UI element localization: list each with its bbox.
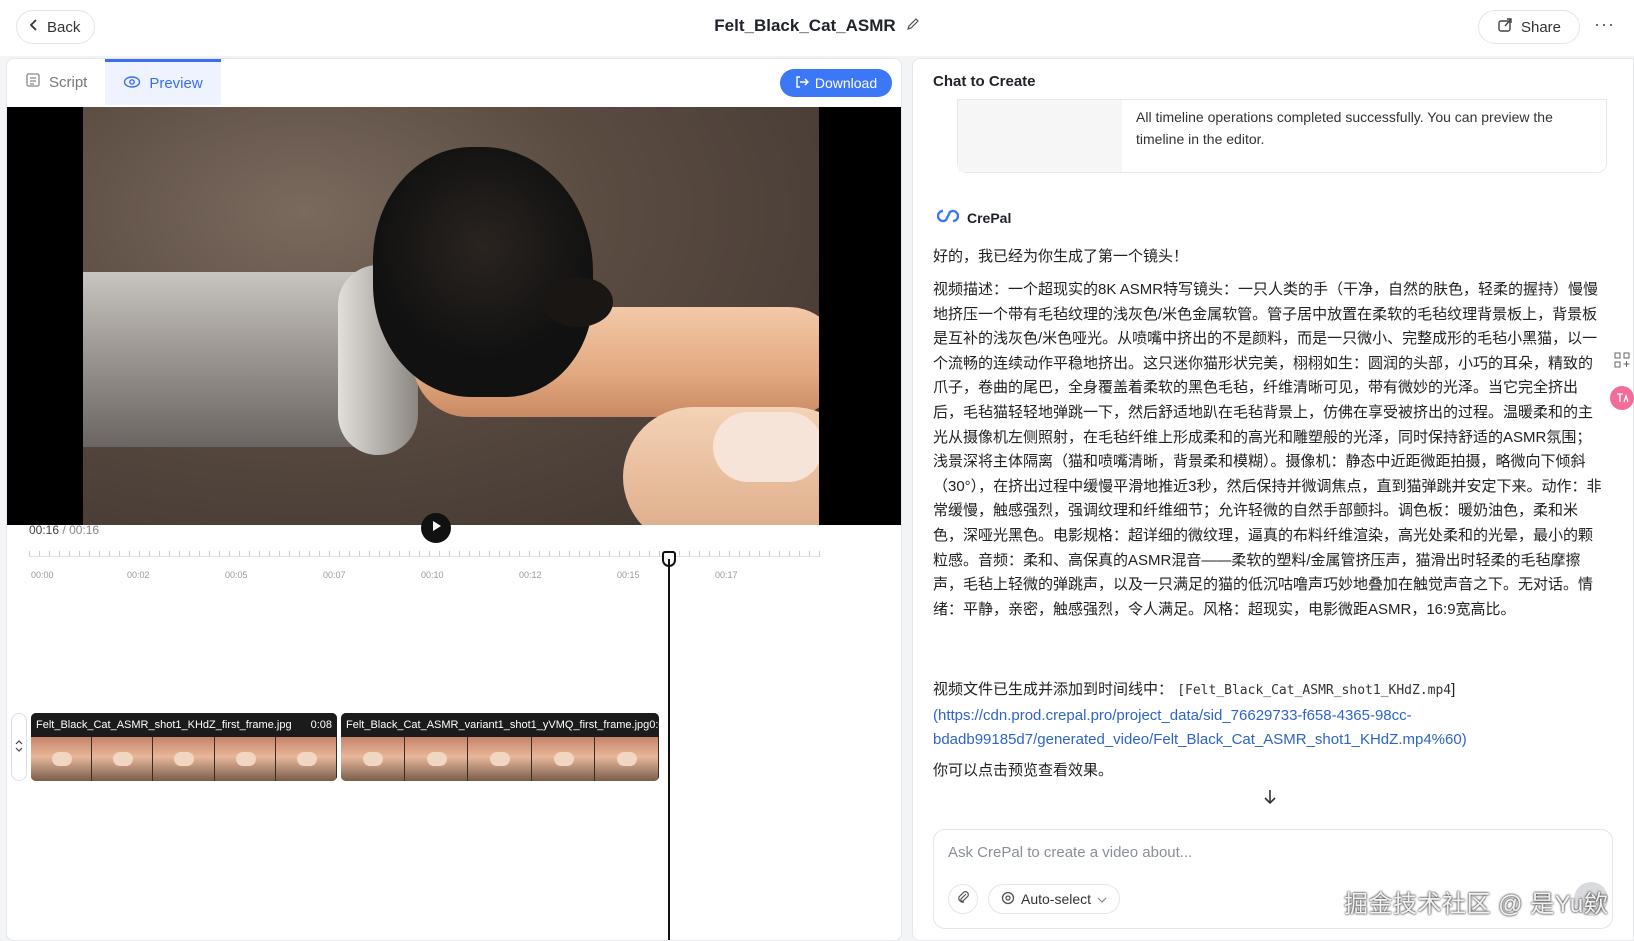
timeline-clip[interactable]: Felt_Black_Cat_ASMR_shot1_KHdZ_first_fra…: [31, 713, 337, 781]
export-icon: [795, 75, 809, 92]
share-button[interactable]: Share: [1478, 10, 1580, 44]
previous-message-card: All timeline operations completed succes…: [957, 99, 1607, 173]
clip-duration: 0:08: [649, 719, 659, 731]
video-description: 视频描述：一个超现实的8K ASMR特写镜头：一只人类的手（干净，自然的肤色，轻…: [933, 281, 1602, 618]
model-select-label: Auto-select: [1021, 891, 1092, 907]
play-icon: [430, 519, 442, 537]
model-select[interactable]: Auto-select: [988, 884, 1121, 914]
file-prefix: 视频文件已生成并添加到时间线中：: [933, 681, 1174, 698]
file-info: 视频文件已生成并添加到时间线中： [Felt_Black_Cat_ASMR_sh…: [933, 678, 1603, 753]
agent-outro: 你可以点击预览查看效果。: [933, 762, 1114, 779]
timeline-clip[interactable]: Felt_Black_Cat_ASMR_variant1_shot1_yVMQ_…: [341, 713, 659, 781]
link-close: ): [1461, 731, 1467, 749]
editor-panel: Script Preview Download 00:16 / 00:16 00…: [6, 58, 902, 941]
clip-thumbnails: [341, 737, 659, 781]
ruler-tick: 00:02: [127, 570, 150, 580]
play-button[interactable]: [421, 513, 451, 543]
video-preview[interactable]: [7, 107, 901, 525]
eye-icon: [123, 75, 141, 93]
ruler-tick: 00:07: [323, 570, 346, 580]
ruler-tick: 00:17: [715, 570, 738, 580]
tab-script[interactable]: Script: [7, 59, 105, 105]
ruler-tick: 00:10: [421, 570, 444, 580]
side-tools: [1610, 348, 1634, 410]
chevron-down-icon: [1097, 891, 1107, 907]
tab-preview[interactable]: Preview: [105, 59, 221, 105]
chat-input[interactable]: [948, 844, 1588, 861]
scroll-down-icon[interactable]: [1263, 789, 1277, 810]
download-button[interactable]: Download: [780, 69, 892, 97]
track-resize-handle[interactable]: [11, 713, 27, 781]
timeline-ruler[interactable]: 00:00 00:02 00:05 00:07 00:10 00:12 00:1…: [29, 551, 821, 581]
download-label: Download: [814, 75, 878, 91]
top-bar: Back Felt_Black_Cat_ASMR Share ···: [0, 0, 1634, 56]
project-title: Felt_Black_Cat_ASMR: [714, 16, 896, 35]
tab-script-label: Script: [49, 73, 88, 91]
previous-message-text: All timeline operations completed succes…: [1136, 109, 1553, 147]
clip-thumbnails: [31, 737, 337, 781]
time-separator: /: [62, 523, 66, 537]
attach-button[interactable]: [948, 884, 978, 914]
translate-icon[interactable]: [1610, 386, 1634, 410]
agent-header: CrePal: [936, 209, 1012, 226]
clip-name: Felt_Black_Cat_ASMR_variant1_shot1_yVMQ_…: [346, 719, 650, 731]
chat-panel: Chat to Create All timeline operations c…: [912, 58, 1634, 941]
chat-title: Chat to Create: [933, 73, 1036, 90]
timeline-track: Felt_Black_Cat_ASMR_shot1_KHdZ_first_fra…: [11, 713, 691, 781]
ruler-tick: 00:05: [225, 570, 248, 580]
clip-duration: 0:08: [310, 719, 332, 731]
ruler-tick: 00:15: [617, 570, 640, 580]
grid-icon[interactable]: [1610, 348, 1634, 372]
chevron-updown-icon: [15, 739, 23, 755]
total-time: 00:16: [69, 523, 100, 537]
time-display: 00:16 / 00:16: [29, 523, 99, 537]
agent-name: CrePal: [967, 209, 1012, 226]
share-label: Share: [1520, 18, 1562, 36]
watermark: 掘金技术社区 @ 是Yu欸: [1344, 891, 1609, 918]
video-frame-image: [83, 107, 819, 525]
current-time: 00:16: [29, 523, 60, 537]
agent-intro: 好的，我已经为你生成了第一个镜头！: [933, 248, 1189, 265]
ruler-tick: 00:00: [31, 570, 54, 580]
clip-name: Felt_Black_Cat_ASMR_shot1_KHdZ_first_fra…: [36, 719, 292, 731]
aperture-icon: [1001, 891, 1015, 908]
more-options-button[interactable]: ···: [1594, 14, 1615, 35]
file-bracket: ]: [1451, 681, 1456, 698]
project-title-area: Felt_Black_Cat_ASMR: [0, 16, 1634, 36]
edit-pencil-icon[interactable]: [906, 16, 920, 36]
editor-tabs: Script Preview: [7, 59, 221, 105]
file-name: [Felt_Black_Cat_ASMR_shot1_KHdZ.mp4: [1177, 683, 1452, 698]
ruler-tick: 00:12: [519, 570, 542, 580]
share-icon: [1497, 17, 1513, 37]
tab-preview-label: Preview: [149, 75, 203, 92]
crepal-logo-icon: [936, 209, 960, 226]
video-link[interactable]: https://cdn.prod.crepal.pro/project_data…: [933, 707, 1462, 749]
script-icon: [25, 72, 41, 92]
paperclip-icon: [956, 890, 970, 909]
